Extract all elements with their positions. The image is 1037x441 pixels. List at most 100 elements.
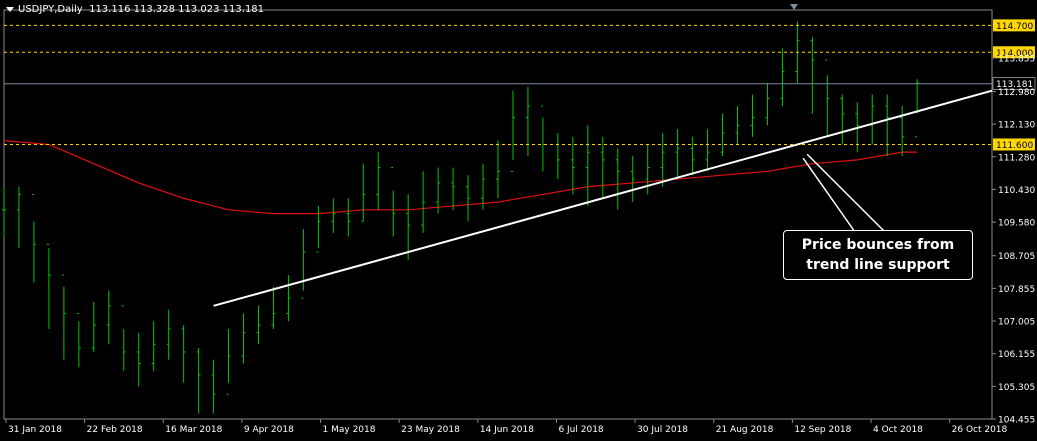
price-bar [316, 205, 321, 253]
y-tick-label: 104.455 [998, 416, 1035, 426]
price-bar [690, 136, 695, 176]
y-tick-label: 113.855 [998, 54, 1035, 64]
price-bar [915, 79, 920, 138]
price-bar [391, 167, 396, 237]
price-bar [525, 86, 530, 157]
symbol-label: USDJPY,Daily [18, 4, 83, 15]
price-bar [705, 129, 710, 172]
price-bar [630, 156, 635, 203]
annotation-line-2: trend line support [806, 257, 950, 273]
collapse-triangle-icon[interactable] [6, 6, 14, 12]
horizontal-lines-layer: 114.700114.000111.600113.181 [4, 19, 1036, 151]
x-tick-label: 31 Jan 2018 [8, 425, 62, 435]
price-bar [720, 113, 725, 157]
price-chart: 114.700114.000111.600113.181 113.855 112.… [2, 4, 1036, 435]
price-bar [166, 309, 171, 360]
y-tick-label: 112.130 [998, 121, 1035, 131]
price-bar [615, 148, 620, 210]
price-bars-layer [2, 21, 920, 414]
price-bar [660, 132, 665, 187]
x-tick-label: 4 Oct 2018 [873, 425, 923, 435]
price-bar [421, 171, 426, 233]
chart-plot-area [3, 9, 993, 420]
x-tick-label: 16 Mar 2018 [165, 425, 222, 435]
price-bar [121, 305, 126, 372]
price-bar [2, 186, 6, 237]
price-bar [466, 175, 471, 222]
price-bar [840, 94, 845, 145]
level-price-label: 111.600 [996, 141, 1033, 151]
price-bar [600, 136, 605, 199]
y-tick-label: 108.705 [998, 252, 1035, 262]
axis-layer: 113.855 112.980 112.130 111.280 110.430 109.5… [5, 4, 1035, 435]
y-tick-label: 111.280 [998, 153, 1035, 163]
price-bar [885, 94, 890, 157]
price-bar [331, 198, 336, 233]
y-tick-label: 107.005 [998, 318, 1035, 328]
price-bar [46, 243, 51, 329]
price-bar [540, 105, 545, 172]
y-tick-label: 110.430 [998, 186, 1035, 196]
price-bar [585, 125, 590, 206]
x-tick-label: 9 Apr 2018 [244, 425, 294, 435]
price-bar [510, 90, 515, 172]
level-price-label: 114.700 [996, 22, 1033, 32]
price-bar [31, 193, 36, 283]
price-bar [555, 132, 560, 180]
x-tick-label: 23 May 2018 [401, 425, 460, 435]
price-bar [61, 274, 66, 360]
price-bar [406, 194, 411, 260]
price-bar [900, 106, 905, 157]
price-bar [810, 36, 815, 114]
price-bar [361, 163, 366, 222]
annotation-callout: Price bounces from trend line support [783, 230, 973, 280]
price-bar [196, 348, 201, 414]
price-bar [346, 198, 351, 237]
price-bar [16, 186, 21, 249]
price-bar [241, 313, 246, 364]
price-bar [76, 313, 81, 368]
price-bar [825, 59, 830, 137]
plot-frame [3, 9, 993, 420]
price-bar [256, 305, 261, 345]
price-bar [181, 325, 186, 383]
price-bar [271, 286, 276, 329]
moving-average-line [3, 140, 918, 215]
x-tick-label: 1 May 2018 [323, 425, 376, 435]
price-bar [780, 48, 785, 107]
chart-title: USDJPY,Daily 113.116 113.328 113.023 113… [6, 4, 264, 15]
price-bar [735, 106, 740, 145]
y-tick-label: 109.580 [998, 219, 1035, 229]
ohlc-readout: 113.116 113.328 113.023 113.181 [89, 4, 265, 15]
price-bar [211, 359, 216, 414]
y-tick-label: 105.305 [998, 383, 1035, 393]
x-tick-label: 21 Aug 2018 [716, 425, 774, 435]
y-tick-label: 106.155 [998, 350, 1035, 360]
x-tick-label: 12 Sep 2018 [794, 425, 851, 435]
price-bar [136, 332, 141, 387]
price-bar [286, 275, 291, 322]
price-bar [91, 302, 96, 352]
x-tick-label: 22 Feb 2018 [87, 425, 143, 435]
price-bar [675, 129, 680, 180]
y-tick-label: 107.855 [998, 285, 1035, 295]
chart-shift-marker-icon [790, 4, 798, 10]
price-bar [765, 83, 770, 126]
moving-average-layer [3, 140, 918, 215]
price-bar [570, 136, 575, 195]
price-bar [301, 229, 306, 299]
x-tick-label: 30 Jul 2018 [637, 425, 688, 435]
price-bar [451, 167, 456, 210]
price-bar [496, 140, 500, 199]
price-bar [106, 290, 111, 345]
x-tick-label: 26 Oct 2018 [952, 425, 1008, 435]
price-bar [376, 152, 381, 210]
price-bar [750, 94, 755, 137]
price-bar [151, 321, 156, 372]
x-tick-label: 6 Jul 2018 [558, 425, 603, 435]
annotation-line-1: Price bounces from [801, 237, 955, 253]
x-tick-label: 14 Jun 2018 [480, 425, 534, 435]
price-bar [870, 94, 875, 145]
y-tick-label: 112.980 [998, 88, 1035, 98]
price-bar [226, 328, 231, 395]
